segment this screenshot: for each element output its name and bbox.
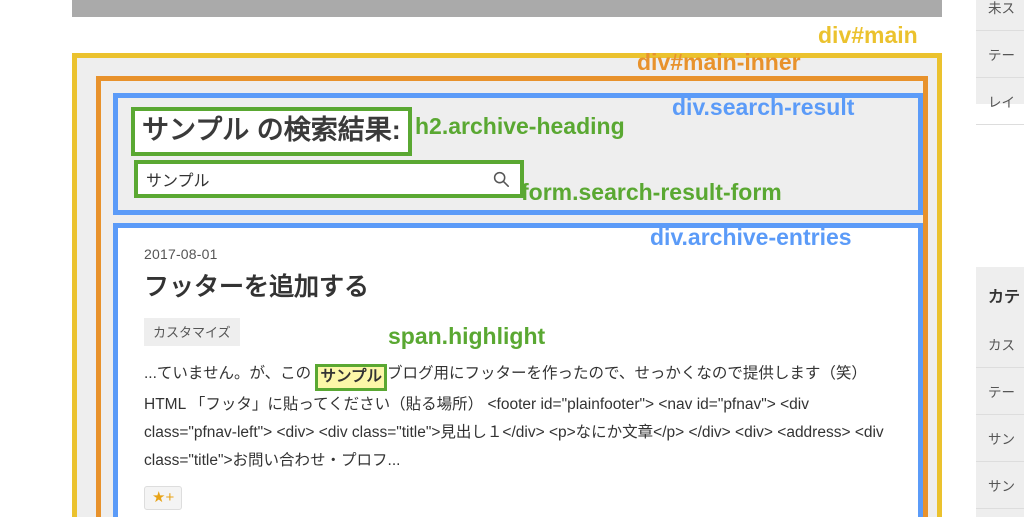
entry-body: ...ていません。が、この サンプル ブログ用にフッターを作ったので、せっかくなの… bbox=[144, 360, 889, 475]
sidebar-item[interactable]: カス bbox=[976, 321, 1024, 368]
star-button[interactable]: ★+ bbox=[144, 486, 183, 510]
entry-body-before: ...ていません。が、この bbox=[144, 365, 316, 382]
highlight-outline: サンプル bbox=[315, 364, 387, 391]
annotation-div-archive-entries: div.archive-entries bbox=[650, 224, 852, 250]
sidebar-item[interactable]: 未ス bbox=[976, 0, 1024, 31]
annotation-div-search-result: div.search-result bbox=[672, 94, 855, 120]
annotation-form-search-result-form: form.search-result-form bbox=[521, 179, 782, 205]
sidebar-item[interactable]: サン bbox=[976, 415, 1024, 462]
sidebar-item[interactable]: サン bbox=[976, 509, 1024, 517]
search-result-form[interactable]: サンプル bbox=[134, 160, 524, 198]
search-input[interactable]: サンプル bbox=[146, 167, 492, 191]
browser-viewport: サンプル の検索結果: サンプル 2017-08-01 フッターを追加する カス… bbox=[0, 0, 1024, 517]
search-field-wrapper[interactable]: サンプル bbox=[138, 164, 520, 194]
sidebar-item[interactable]: レイ bbox=[976, 78, 1024, 125]
sidebar-module-recent: フッ はじ 未ス テー レイ bbox=[976, 0, 1024, 125]
div-archive-entries-container: 2017-08-01 フッターを追加する カスタマイズ ...ていません。が、こ… bbox=[113, 223, 923, 517]
sidebar-item[interactable]: テー bbox=[976, 368, 1024, 415]
div-main-inner-container: サンプル の検索結果: サンプル 2017-08-01 フッターを追加する カス… bbox=[96, 76, 928, 517]
sidebar-item[interactable]: サン bbox=[976, 462, 1024, 509]
entry-title[interactable]: フッターを追加する bbox=[144, 272, 892, 302]
entry-category-tag[interactable]: カスタマイズ bbox=[144, 318, 240, 346]
search-icon[interactable] bbox=[492, 170, 510, 188]
annotation-div-main-inner: div#main-inner bbox=[637, 49, 801, 75]
annotation-span-highlight: span.highlight bbox=[388, 323, 546, 349]
site-header-bar bbox=[72, 0, 942, 17]
sidebar-item[interactable]: テー bbox=[976, 31, 1024, 78]
archive-heading: サンプル の検索結果: bbox=[131, 107, 412, 156]
annotation-h2-archive-heading: h2.archive-heading bbox=[415, 113, 625, 139]
sidebar-module-categories: カテ カス テー サン サン サン bbox=[976, 267, 1024, 517]
annotation-div-main: div#main bbox=[818, 22, 918, 48]
span-highlight: サンプル bbox=[318, 367, 384, 388]
sidebar-module-title: カテ bbox=[988, 289, 1021, 306]
archive-entry: 2017-08-01 フッターを追加する カスタマイズ ...ていません。が、こ… bbox=[118, 228, 918, 517]
